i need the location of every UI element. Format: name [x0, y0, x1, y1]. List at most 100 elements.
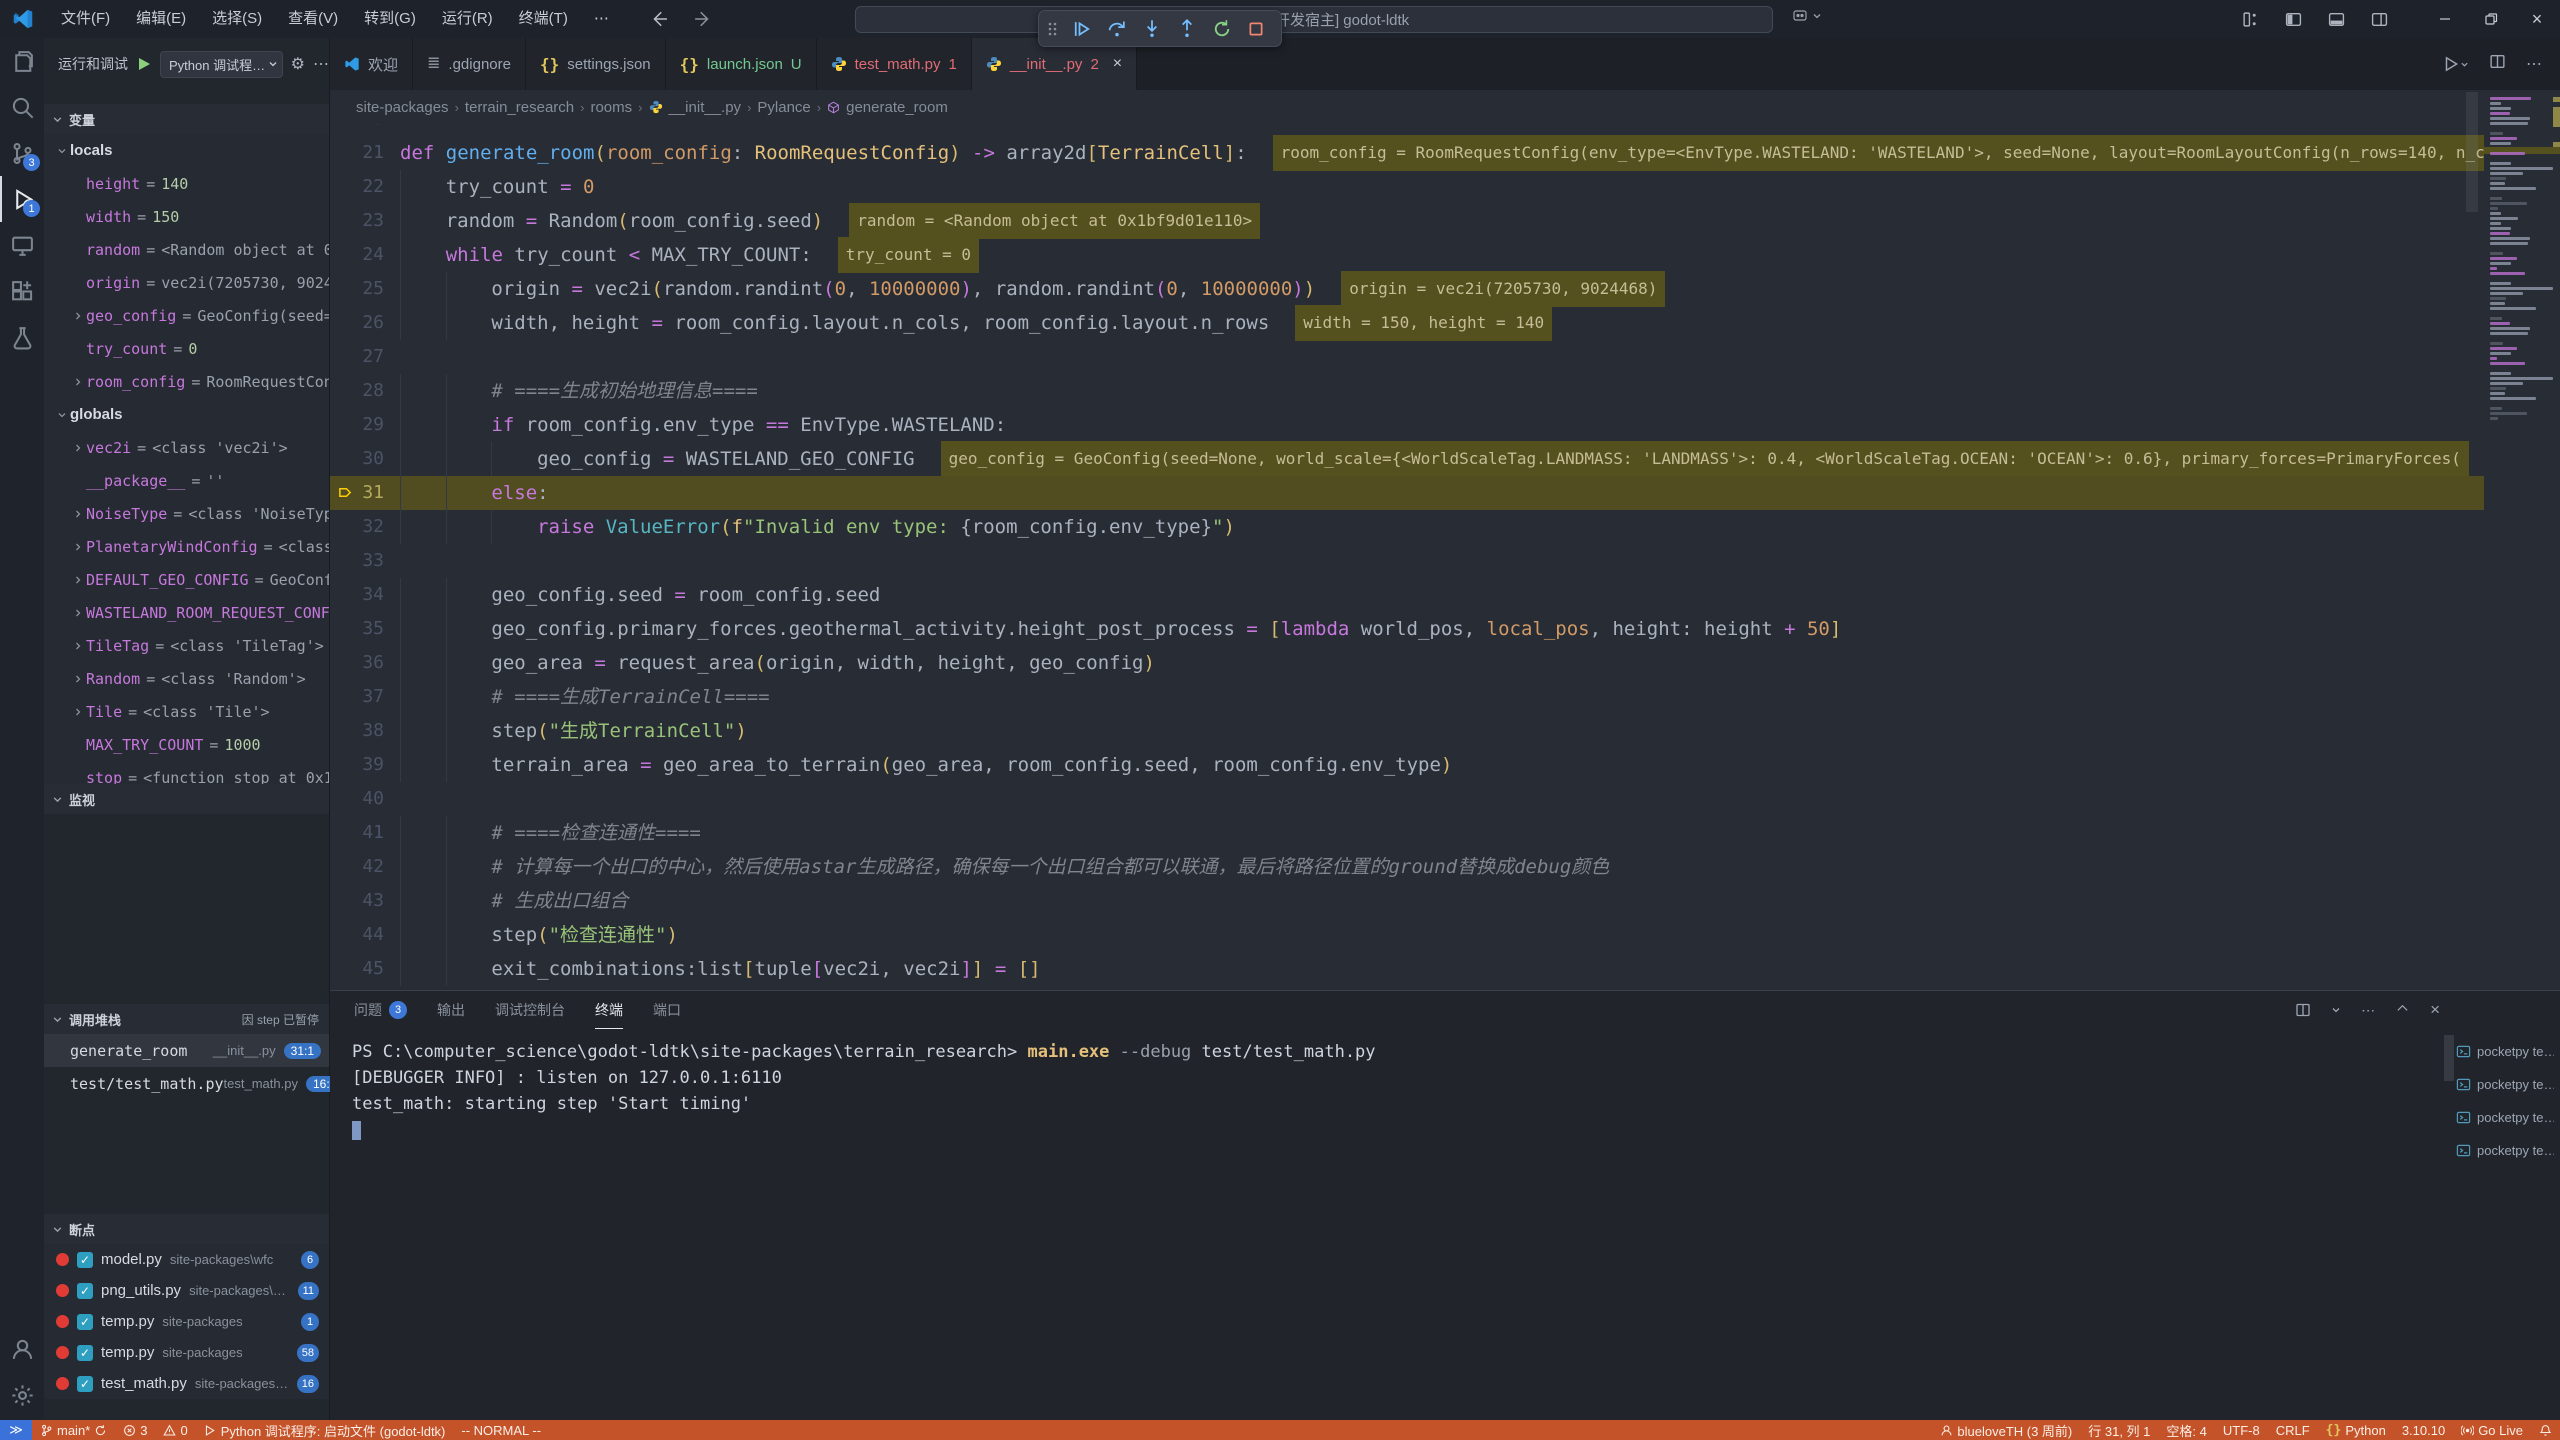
debug-step-out-icon[interactable]: [1177, 19, 1197, 39]
breakpoint-checkbox[interactable]: ✓: [77, 1314, 93, 1330]
panel-tab-端口[interactable]: 端口: [653, 991, 681, 1029]
editor-more-icon[interactable]: ⋯: [2526, 54, 2542, 74]
split-terminal-icon[interactable]: [2295, 1002, 2311, 1018]
status-0[interactable]: 0: [155, 1423, 195, 1438]
variable-row[interactable]: vec2i=<class 'vec2i'>: [44, 431, 329, 464]
toggle-secondary-sidebar-icon[interactable]: [2371, 11, 2388, 28]
debug-step-into-icon[interactable]: [1142, 19, 1162, 39]
activity-extensions[interactable]: [0, 268, 44, 314]
status-3[interactable]: 3: [115, 1423, 155, 1438]
variable-row[interactable]: WASTELAND_ROOM_REQUEST_CONFIG=RoomR…: [44, 596, 329, 629]
activity-settings-gear[interactable]: [0, 1372, 44, 1418]
terminal-instance[interactable]: pocketpy te…: [2456, 1035, 2554, 1068]
terminal-output[interactable]: PS C:\computer_science\godot-ldtk\site-p…: [330, 1029, 2560, 1143]
toggle-panel-icon[interactable]: [2328, 11, 2345, 28]
panel-tab-输出[interactable]: 输出: [437, 991, 465, 1029]
status--- NORMAL --[interactable]: -- NORMAL --: [453, 1423, 549, 1438]
menu-查看(V)[interactable]: 查看(V): [275, 0, 351, 38]
variable-row[interactable]: NoiseType=<class 'NoiseType'>: [44, 497, 329, 530]
breadcrumb-item[interactable]: generate_room: [846, 99, 948, 116]
minimap[interactable]: [2484, 92, 2560, 652]
panel-more-icon[interactable]: ⋯: [2361, 1002, 2375, 1019]
status-main*[interactable]: main*: [32, 1423, 115, 1438]
status-blueloveTH (3 周前)[interactable]: blueloveTH (3 周前): [1932, 1421, 2080, 1440]
status-CRLF[interactable]: CRLF: [2268, 1423, 2318, 1438]
status-3.10.10[interactable]: 3.10.10: [2394, 1423, 2453, 1438]
menu-⋯[interactable]: ⋯: [581, 0, 622, 38]
breakpoint-row[interactable]: ✓temp.pysite-packages1: [44, 1306, 329, 1337]
variable-row[interactable]: Random=<class 'Random'>: [44, 662, 329, 695]
breakpoint-row[interactable]: ✓temp.pysite-packages58: [44, 1337, 329, 1368]
breadcrumb-item[interactable]: site-packages: [356, 99, 449, 116]
panel-tab-调试控制台[interactable]: 调试控制台: [495, 991, 565, 1029]
nav-back-icon[interactable]: [650, 10, 668, 28]
activity-test-beaker[interactable]: [0, 314, 44, 360]
panel-tab-终端[interactable]: 终端: [595, 991, 623, 1029]
copilot-menu[interactable]: [1792, 8, 1822, 24]
breadcrumb-item[interactable]: rooms: [590, 99, 632, 116]
menu-转到(G)[interactable]: 转到(G): [351, 0, 429, 38]
breakpoint-checkbox[interactable]: ✓: [77, 1283, 93, 1299]
variable-row[interactable]: MAX_TRY_COUNT=1000: [44, 728, 329, 761]
callstack-frame[interactable]: test/test_math.pytest_math.py16:1: [44, 1067, 329, 1100]
watch-section-header[interactable]: 监视: [44, 784, 329, 814]
callstack-section-header[interactable]: 调用堆栈 因 step 已暂停: [44, 1004, 329, 1034]
variable-row[interactable]: room_config=RoomRequestConfig(env_t…: [44, 365, 329, 398]
breakpoint-row[interactable]: ✓model.pysite-packages\wfc6: [44, 1244, 329, 1275]
nav-forward-icon[interactable]: [694, 10, 712, 28]
terminal-scrollbar[interactable]: [2444, 1035, 2454, 1081]
variable-row[interactable]: DEFAULT_GEO_CONFIG=GeoConfig(seed=1…: [44, 563, 329, 596]
split-editor-icon[interactable]: [2489, 53, 2506, 75]
variables-scope[interactable]: locals: [44, 134, 329, 167]
variable-row[interactable]: geo_config=GeoConfig(seed=None, wor…: [44, 299, 329, 332]
minimize-icon[interactable]: [2422, 0, 2468, 38]
drag-handle-icon[interactable]: [1047, 21, 1057, 37]
variable-row[interactable]: Tile=<class 'Tile'>: [44, 695, 329, 728]
panel-tab-问题[interactable]: 问题3: [354, 991, 407, 1029]
activity-files[interactable]: [0, 38, 44, 84]
debug-restart-icon[interactable]: [1212, 19, 1232, 39]
variables-section-header[interactable]: 变量: [44, 104, 329, 134]
menu-运行(R)[interactable]: 运行(R): [429, 0, 506, 38]
customize-layout-icon[interactable]: [2242, 11, 2259, 28]
variable-row[interactable]: try_count=0: [44, 332, 329, 365]
variable-row[interactable]: TileTag=<class 'TileTag'>: [44, 629, 329, 662]
breadcrumb-item[interactable]: terrain_research: [465, 99, 574, 116]
terminal-instance[interactable]: pocketpy te…: [2456, 1101, 2554, 1134]
debug-settings-gear-icon[interactable]: ⚙: [291, 54, 305, 74]
breakpoint-checkbox[interactable]: ✓: [77, 1345, 93, 1361]
variable-row[interactable]: width=150: [44, 200, 329, 233]
activity-run-debug[interactable]: 1: [0, 176, 44, 222]
breakpoint-row[interactable]: ✓png_utils.pysite-packages\wfc11: [44, 1275, 329, 1306]
breadcrumb-item[interactable]: __init__.py: [669, 99, 742, 116]
status-空格: 4[interactable]: 空格: 4: [2158, 1421, 2214, 1440]
debug-config-dropdown[interactable]: Python 调试程序: 启: [160, 51, 283, 78]
terminal-profile-chevron-icon[interactable]: [2331, 1005, 2341, 1015]
menu-终端(T)[interactable]: 终端(T): [506, 0, 581, 38]
status-Python 调试程序: 启动文件 (godot-ldtk)[interactable]: Python 调试程序: 启动文件 (godot-ldtk): [196, 1421, 454, 1440]
panel-close-icon[interactable]: ×: [2430, 1000, 2440, 1020]
status-bell[interactable]: [2531, 1424, 2560, 1437]
activity-search[interactable]: [0, 84, 44, 130]
terminal-instance[interactable]: pocketpy te…: [2456, 1068, 2554, 1101]
menu-编辑(E)[interactable]: 编辑(E): [123, 0, 199, 38]
toggle-sidebar-icon[interactable]: [2285, 11, 2302, 28]
activity-remote-explorer[interactable]: [0, 222, 44, 268]
variable-row[interactable]: origin=vec2i(7205730, 9024468): [44, 266, 329, 299]
tab-test_math.py[interactable]: test_math.py1: [817, 38, 972, 90]
tab-close-icon[interactable]: ×: [1113, 55, 1122, 73]
status-Go Live[interactable]: Go Live: [2453, 1423, 2531, 1438]
debug-start-icon[interactable]: [136, 56, 152, 72]
restore-icon[interactable]: [2468, 0, 2514, 38]
debug-stop-icon[interactable]: [1247, 20, 1265, 38]
breakpoints-section-header[interactable]: 断点: [44, 1214, 329, 1244]
breakpoint-checkbox[interactable]: ✓: [77, 1252, 93, 1268]
variable-row[interactable]: height=140: [44, 167, 329, 200]
variable-row[interactable]: stop=<function stop at 0x1bf8d716d…: [44, 761, 329, 784]
callstack-frame[interactable]: generate_room__init__.py31:1: [44, 1034, 329, 1067]
debug-step-over-icon[interactable]: [1107, 19, 1127, 39]
menu-文件(F)[interactable]: 文件(F): [48, 0, 123, 38]
status-行 31, 列 1[interactable]: 行 31, 列 1: [2080, 1421, 2158, 1440]
tab-欢迎[interactable]: 欢迎: [330, 38, 413, 90]
command-center[interactable]: [扩展开发宿主] godot-ldtk: [855, 6, 1773, 33]
